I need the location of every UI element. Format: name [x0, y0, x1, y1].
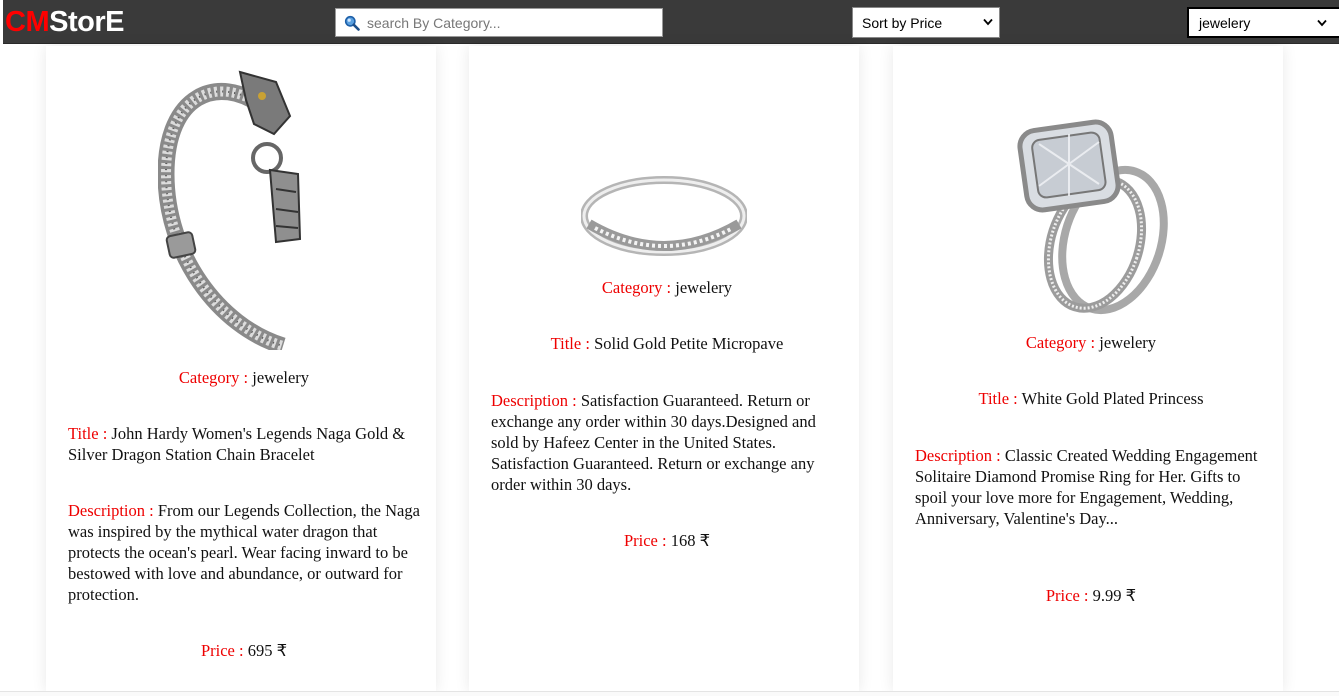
- product-description: Description : Classic Created Wedding En…: [915, 445, 1267, 529]
- title-label: Title :: [550, 334, 590, 353]
- product-image-ring: [581, 176, 747, 256]
- product-price: Price : 695 ₹: [68, 640, 420, 661]
- price-label: Price :: [1045, 586, 1089, 605]
- page-bottom-divider: [0, 691, 1339, 696]
- search-icon: [344, 15, 360, 31]
- price-value: 168 ₹: [670, 531, 711, 550]
- product-title: Title : Solid Gold Petite Micropave: [491, 333, 843, 354]
- category-value: jewelery: [252, 368, 310, 387]
- sort-select-value: Sort by Price: [862, 14, 943, 31]
- product-title: Title : John Hardy Women's Legends Naga …: [68, 423, 420, 465]
- title-label: Title :: [68, 424, 108, 443]
- category-value: jewelery: [675, 278, 733, 297]
- chevron-down-icon: [1317, 19, 1327, 27]
- product-category: Category : jewelery: [68, 367, 420, 388]
- product-category: Category : jewelery: [915, 332, 1267, 353]
- product-title: Title : White Gold Plated Princess: [915, 388, 1267, 409]
- product-description: Description : From our Legends Collectio…: [68, 500, 420, 605]
- product-price: Price : 168 ₹: [491, 530, 843, 551]
- category-label: Category :: [601, 278, 672, 297]
- logo-suffix: StorE: [49, 6, 124, 38]
- product-category: Category : jewelery: [491, 277, 843, 298]
- store-logo[interactable]: CMStorE: [5, 4, 124, 40]
- top-navbar: CMStorE Sort by Price jewelery: [3, 0, 1339, 44]
- title-label: Title :: [978, 389, 1018, 408]
- search-input[interactable]: [360, 9, 662, 36]
- category-value: jewelery: [1099, 333, 1157, 352]
- product-description: Description : Satisfaction Guaranteed. R…: [491, 390, 843, 495]
- product-image-bracelet: [158, 70, 302, 350]
- description-label: Description :: [68, 501, 154, 520]
- category-filter-select[interactable]: jewelery: [1187, 7, 1339, 38]
- search-box[interactable]: [335, 8, 663, 37]
- category-select-value: jewelery: [1199, 14, 1251, 31]
- category-label: Category :: [1025, 333, 1096, 352]
- description-label: Description :: [491, 391, 577, 410]
- product-image-engagement-ring: [1017, 119, 1168, 315]
- category-label: Category :: [178, 368, 249, 387]
- sort-by-price-select[interactable]: Sort by Price: [852, 7, 1000, 38]
- title-value: White Gold Plated Princess: [1021, 389, 1204, 408]
- logo-prefix: CM: [5, 6, 50, 38]
- description-label: Description :: [915, 446, 1001, 465]
- price-value: 695 ₹: [247, 641, 288, 660]
- price-label: Price :: [200, 641, 244, 660]
- price-label: Price :: [623, 531, 667, 550]
- product-price: Price : 9.99 ₹: [915, 585, 1267, 606]
- chevron-down-icon: [983, 18, 993, 26]
- product-card[interactable]: Category : jewelery Title : Solid Gold P…: [469, 46, 859, 692]
- product-card[interactable]: Category : jewelery Title : White Gold P…: [893, 46, 1283, 692]
- title-value: Solid Gold Petite Micropave: [594, 334, 784, 353]
- title-value: John Hardy Women's Legends Naga Gold & S…: [68, 424, 406, 464]
- price-value: 9.99 ₹: [1092, 586, 1137, 605]
- product-card[interactable]: Category : jewelery Title : John Hardy W…: [46, 46, 436, 692]
